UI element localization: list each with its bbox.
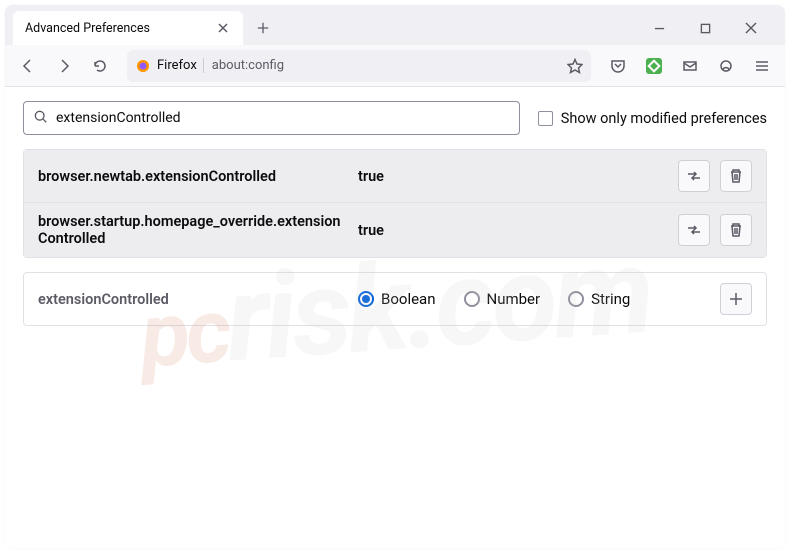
browser-tab[interactable]: Advanced Preferences [13,11,243,45]
search-input[interactable] [56,110,509,126]
extension-button[interactable] [639,51,669,81]
radio-number[interactable]: Number [464,290,541,308]
bookmark-star-icon[interactable] [567,58,583,74]
url-identity: Firefox [157,58,204,73]
radio-label: Number [487,290,541,308]
search-icon [34,109,48,128]
search-box[interactable] [23,101,520,135]
tab-title: Advanced Preferences [25,21,215,36]
new-preference-table: extensionControlled Boolean Number Strin… [23,272,767,326]
radio-icon [464,291,480,307]
preference-name: browser.startup.homepage_override.extens… [38,213,348,247]
preference-row[interactable]: browser.startup.homepage_override.extens… [24,203,766,257]
window-controls [645,14,777,42]
window-maximize-button[interactable] [691,14,719,42]
back-button[interactable] [13,51,43,81]
content-area: Show only modified preferences browser.n… [5,87,785,340]
forward-button[interactable] [49,51,79,81]
show-modified-checkbox[interactable]: Show only modified preferences [538,110,767,127]
preference-table: browser.newtab.extensionControlled true … [23,149,767,258]
window-minimize-button[interactable] [645,14,673,42]
url-text: about:config [212,58,561,73]
preference-row[interactable]: browser.newtab.extensionControlled true [24,150,766,203]
radio-label: String [591,290,630,308]
type-radio-group: Boolean Number String [358,290,710,308]
pocket-button[interactable] [603,51,633,81]
checkbox-icon [538,111,553,126]
checkbox-label: Show only modified preferences [561,110,767,127]
radio-icon [568,291,584,307]
toggle-button[interactable] [678,160,710,192]
delete-button[interactable] [720,160,752,192]
preference-name: browser.newtab.extensionControlled [38,168,348,185]
radio-string[interactable]: String [568,290,630,308]
toggle-button[interactable] [678,214,710,246]
tab-close-button[interactable] [215,20,231,36]
mail-button[interactable] [675,51,705,81]
new-tab-button[interactable] [249,14,277,42]
add-button[interactable] [720,283,752,315]
new-preference-row: extensionControlled Boolean Number Strin… [24,273,766,325]
reload-button[interactable] [85,51,115,81]
account-button[interactable] [711,51,741,81]
radio-icon [358,291,374,307]
window-close-button[interactable] [737,14,765,42]
delete-button[interactable] [720,214,752,246]
preference-value: true [358,168,668,185]
toolbar: Firefox about:config [5,45,785,87]
firefox-icon [135,58,151,74]
new-preference-name: extensionControlled [38,291,348,308]
radio-label: Boolean [381,290,436,308]
radio-boolean[interactable]: Boolean [358,290,436,308]
url-bar[interactable]: Firefox about:config [127,50,591,82]
preference-value: true [358,222,668,239]
tab-bar: Advanced Preferences [5,5,785,45]
menu-button[interactable] [747,51,777,81]
